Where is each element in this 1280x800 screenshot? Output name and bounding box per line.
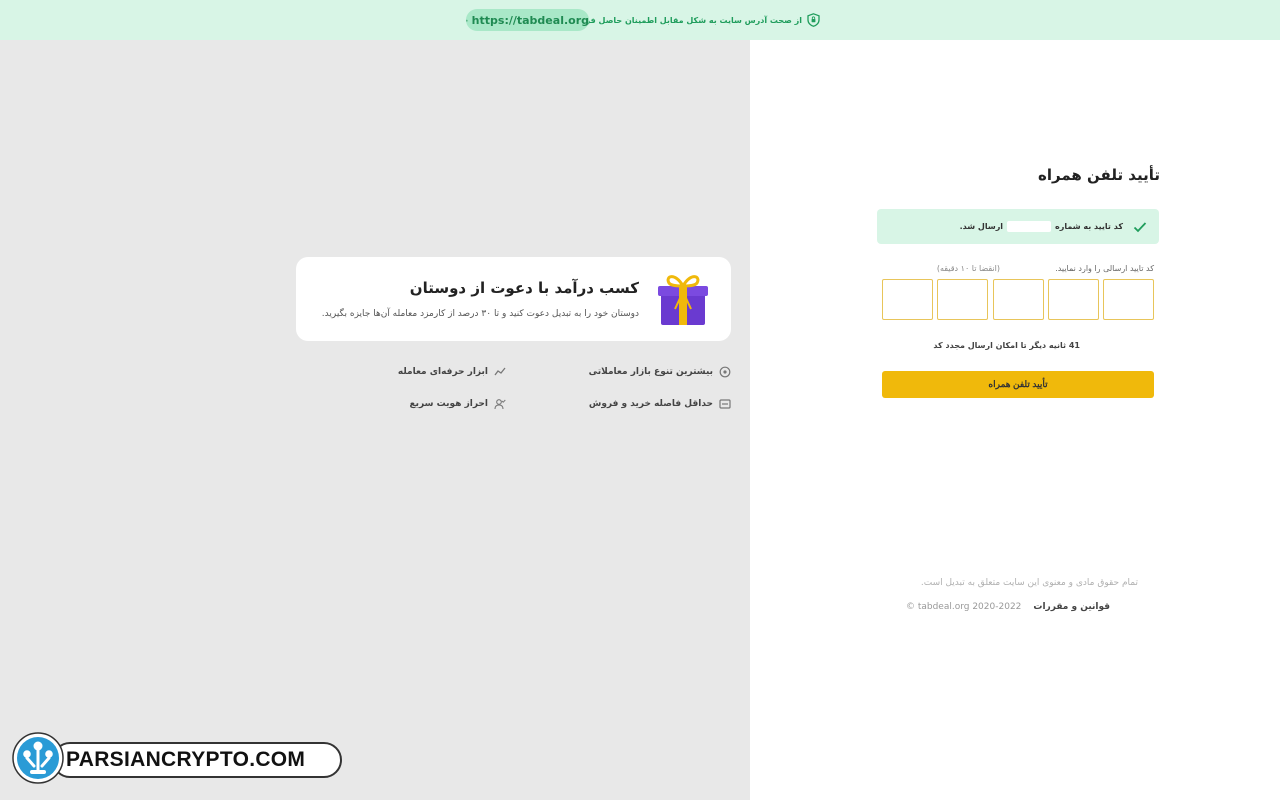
- feature-min-spread: حداقل فاصله خرید و فروش: [589, 398, 731, 410]
- code-sent-alert: کد تایید به شماره ارسال شد.: [877, 209, 1159, 244]
- feature-label: بیشترین تنوع بازار معاملاتی: [588, 367, 713, 377]
- security-notice-text: از صحت آدرس سایت به شکل مقابل اطمینان حا…: [566, 15, 802, 25]
- feature-label: حداقل فاصله خرید و فروش: [588, 399, 713, 409]
- code-label: کد تایید ارسالی را وارد نمایید.: [1055, 264, 1154, 273]
- verification-panel: تأیید تلفن همراه کد تایید به شماره ارسال…: [750, 40, 1280, 800]
- lock-icon: [466, 19, 468, 21]
- user-check-icon: [494, 399, 506, 410]
- market-icon: [719, 366, 731, 378]
- alert-prefix: کد تایید به شماره: [1055, 222, 1123, 231]
- rights-note: تمام حقوق مادی و معنوی این سایت متعلق به…: [920, 578, 1138, 588]
- alert-suffix: ارسال شد.: [959, 222, 1004, 231]
- security-banner: از صحت آدرس سایت به شکل مقابل اطمینان حا…: [0, 0, 1280, 40]
- shield-icon: [807, 13, 820, 27]
- copyright: © tabdeal.org 2020-2022: [905, 602, 1022, 612]
- code-sent-text: کد تایید به شماره ارسال شد.: [960, 221, 1123, 232]
- referral-description: دوستان خود را به تبدیل دعوت کنید و تا ۳۰…: [321, 309, 639, 319]
- gift-icon: [658, 275, 708, 325]
- site-url: https://tabdeal.org: [471, 13, 589, 27]
- spread-icon: [719, 399, 731, 409]
- code-digit-input[interactable]: [1048, 279, 1099, 320]
- terms-link[interactable]: قوانین و مقررات: [1033, 602, 1110, 612]
- code-digit-input[interactable]: [937, 279, 988, 320]
- feature-pro-tools: ابزار حرفه‌ای معامله: [398, 366, 506, 378]
- expiry-hint: (انقضا تا ۱۰ دقیقه): [936, 264, 1000, 273]
- feature-label: احراز هویت سریع: [409, 399, 488, 409]
- watermark-logo-icon: [12, 732, 64, 784]
- masked-phone-number: [1007, 221, 1052, 232]
- confirm-phone-button[interactable]: تأیید تلفن همراه: [882, 371, 1154, 398]
- referral-title: کسب درآمد با دعوت از دوستان: [409, 279, 639, 297]
- timer-text: ثانیه دیگر تا امکان ارسال مجدد کد: [933, 341, 1067, 350]
- security-notice: از صحت آدرس سایت به شکل مقابل اطمینان حا…: [567, 12, 820, 28]
- page-title: تأیید تلفن همراه: [1038, 166, 1160, 184]
- chart-line-icon: [494, 367, 506, 376]
- code-digit-input[interactable]: [993, 279, 1044, 320]
- code-digit-input[interactable]: [1103, 279, 1154, 320]
- watermark: PARSIANCRYPTO.COM: [12, 732, 342, 786]
- resend-timer: 41 ثانیه دیگر تا امکان ارسال مجدد کد: [933, 341, 1080, 350]
- feature-label: ابزار حرفه‌ای معامله: [397, 367, 488, 377]
- watermark-pill: PARSIANCRYPTO.COM: [52, 742, 342, 778]
- site-url-pill: https://tabdeal.org: [466, 9, 589, 31]
- referral-card[interactable]: کسب درآمد با دعوت از دوستان دوستان خود ر…: [296, 257, 731, 341]
- check-icon: [1133, 221, 1147, 232]
- feature-market-variety: بیشترین تنوع بازار معاملاتی: [589, 366, 731, 378]
- timer-seconds: 41: [1068, 341, 1080, 350]
- feature-fast-kyc: احراز هویت سریع: [410, 398, 506, 410]
- code-digit-input[interactable]: [882, 279, 933, 320]
- footer: قوانین و مقررات © tabdeal.org 2020-2022: [906, 602, 1110, 612]
- watermark-text: PARSIANCRYPTO.COM: [66, 748, 306, 771]
- promo-panel: [0, 40, 750, 800]
